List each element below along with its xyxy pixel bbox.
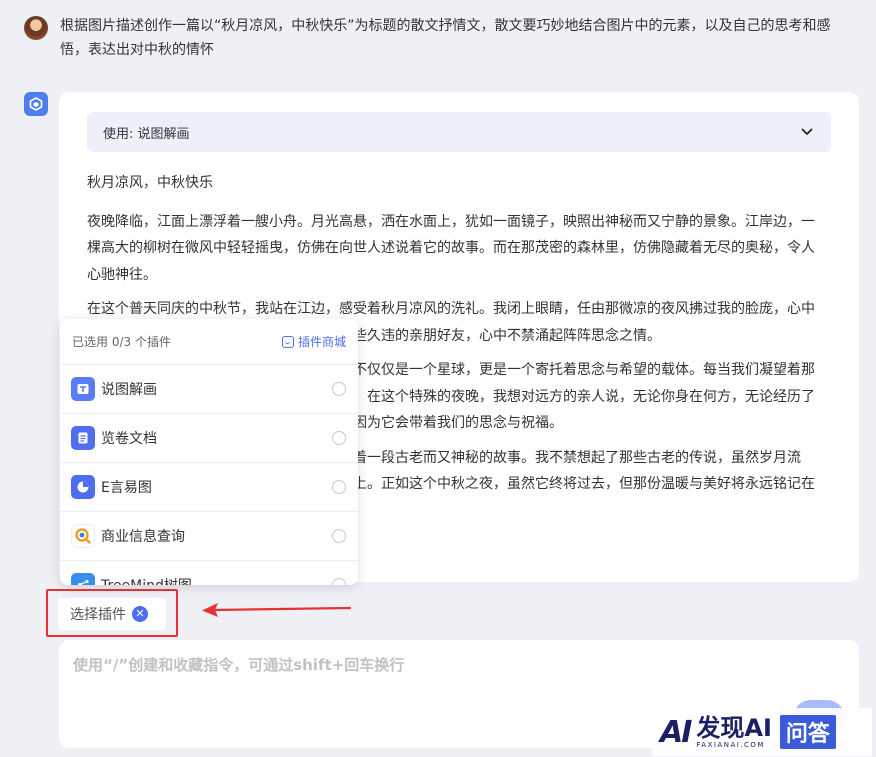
annotation-arrow-icon: [202, 603, 352, 617]
watermark-mark: AI: [660, 714, 692, 750]
plugin-radio[interactable]: [332, 480, 346, 494]
answer-title: 秋月凉风，中秋快乐: [87, 175, 213, 191]
answer-paragraph: 夜晚降临，江面上漂浮着一艘小舟。月光高悬，洒在水面上，犹如一面镜子，映照出神秘而…: [87, 213, 815, 283]
image-explain-icon: [71, 377, 95, 401]
plugin-item-label: TreeMind树图: [101, 575, 332, 585]
plugin-select-popup: 已选用 0/3 个插件 插件商城 说图解画 览卷文档 E言易图 商业信息查询: [60, 319, 358, 585]
annotation-highlight-box: [46, 589, 178, 637]
chevron-down-icon[interactable]: [801, 126, 813, 138]
plugin-item-mindmap[interactable]: TreeMind树图: [60, 561, 358, 585]
plugin-store-label: 插件商城: [297, 335, 346, 349]
plugin-radio[interactable]: [332, 529, 346, 543]
plugin-radio[interactable]: [332, 578, 346, 585]
plugin-item-chart[interactable]: E言易图: [60, 463, 358, 512]
watermark-logo: AI 发现AI FAXIANAI.COM 问答: [652, 708, 872, 756]
business-search-icon: [71, 524, 95, 548]
user-prompt-text: 根据图片描述创作一篇以“秋月凉风，中秋快乐”为标题的散文抒情文，散文要巧妙地结合…: [60, 18, 831, 58]
plugin-store-link[interactable]: 插件商城: [281, 333, 346, 350]
plugin-item-label: 商业信息查询: [101, 529, 185, 545]
watermark-text: 发现AI FAXIANAI.COM: [696, 715, 772, 749]
plugin-radio[interactable]: [332, 431, 346, 445]
store-icon: [281, 335, 294, 348]
chat-input-placeholder: 使用“/”创建和收藏指令，可通过shift+回车换行: [73, 656, 405, 674]
plugin-used-label: 使用: 说图解画: [103, 126, 190, 142]
pie-chart-icon: [71, 475, 95, 499]
plugin-used-bar[interactable]: 使用: 说图解画: [87, 112, 831, 152]
watermark-main: 发现AI: [696, 714, 772, 742]
plugin-item-label: 览卷文档: [101, 431, 157, 447]
plugin-item-image-explain[interactable]: 说图解画: [60, 365, 358, 414]
user-avatar: [24, 16, 48, 40]
plugin-item-document[interactable]: 览卷文档: [60, 414, 358, 463]
document-icon: [71, 426, 95, 450]
assistant-avatar-icon: [24, 92, 48, 116]
watermark-sub: FAXIANAI.COM: [696, 741, 765, 749]
mindmap-icon: [71, 573, 95, 585]
plugin-item-label: 说图解画: [101, 382, 157, 398]
plugin-item-label: E言易图: [101, 480, 152, 496]
popup-header: 已选用 0/3 个插件 插件商城: [60, 319, 358, 365]
plugin-item-business[interactable]: 商业信息查询: [60, 512, 358, 561]
user-message: 根据图片描述创作一篇以“秋月凉风，中秋快乐”为标题的散文抒情文，散文要巧妙地结合…: [24, 14, 864, 62]
watermark-badge: 问答: [779, 715, 836, 749]
selected-count-text: 已选用 0/3 个插件: [72, 335, 171, 349]
plugin-radio[interactable]: [332, 382, 346, 396]
